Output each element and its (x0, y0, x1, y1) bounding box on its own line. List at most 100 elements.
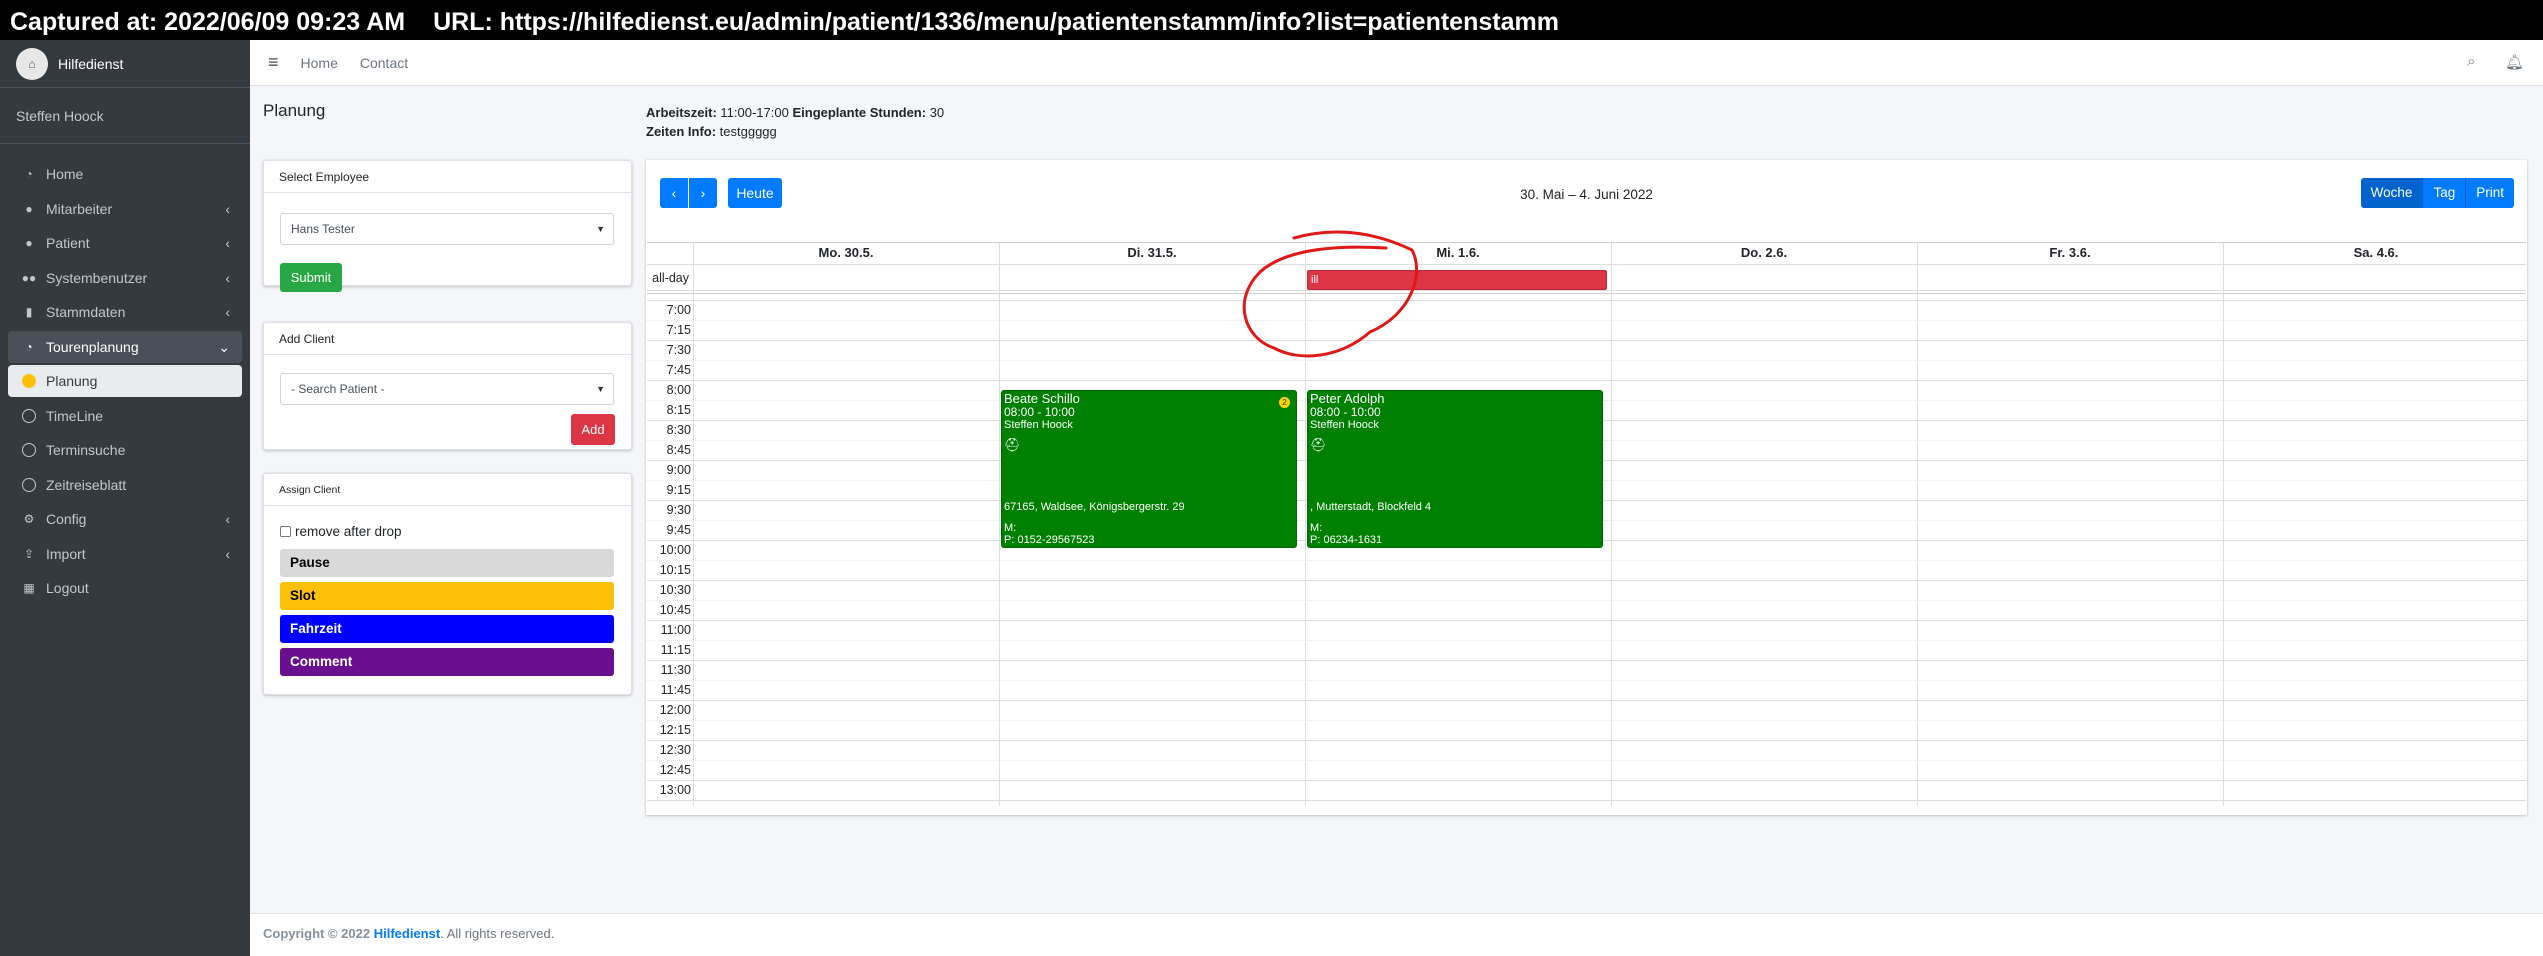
view-week-button[interactable]: Woche (2360, 178, 2423, 208)
event-peter-adolph[interactable]: Peter Adolph 08:00 - 10:00 Steffen Hoock… (1307, 390, 1603, 548)
select-employee-card: Select Employee Hans Tester ▼ Submit (263, 160, 632, 292)
event-name: Beate Schillo (1004, 391, 1080, 406)
bell-icon[interactable]: 🔔︎ (2505, 53, 2525, 71)
stunden-value: 30 (926, 105, 945, 120)
time-slot-line (647, 380, 2526, 381)
hamburger-menu-icon[interactable]: ≡ (268, 52, 279, 73)
allday-event-ill[interactable]: ill (1307, 270, 1607, 290)
chevron-left-icon: ‹ (225, 269, 230, 286)
time-label: 9:00 (666, 463, 691, 477)
time-slot-line (647, 300, 2526, 301)
view-day-button[interactable]: Tag (2422, 178, 2466, 208)
brand-link[interactable]: ⌂ Hilfedienst (0, 40, 250, 88)
time-slot-line (647, 720, 2526, 721)
sidebar-item-label: TimeLine (46, 407, 104, 424)
chip-slot[interactable]: Slot (280, 582, 614, 610)
dashboard-icon: ◔ (25, 167, 33, 181)
sidebar-item-config[interactable]: ⚙ Config ‹ (8, 503, 242, 535)
footer-brand-link[interactable]: Hilfedienst (374, 926, 440, 941)
chevron-down-icon: ⌄ (218, 338, 230, 355)
sidebar-item-zeitreiseblatt[interactable]: Zeitreiseblatt (8, 469, 242, 501)
circle-outline-icon (22, 408, 36, 423)
sidebar-item-import[interactable]: ⇪ Import ‹ (8, 538, 242, 570)
users-icon: ●● (21, 270, 37, 285)
caret-down-icon: ▼ (596, 224, 605, 234)
event-staff: Steffen Hoock (1310, 418, 1379, 431)
sidebar-item-patient[interactable]: ● Patient ‹ (8, 227, 242, 259)
sidebar-item-label: Zeitreiseblatt (46, 476, 127, 493)
time-slot-line (647, 600, 2526, 601)
sidebar-item-stammdaten[interactable]: ▮ Stammdaten ‹ (8, 296, 242, 328)
sidebar-item-label: Systembenutzer (46, 269, 148, 286)
time-label: 7:45 (666, 363, 691, 377)
patient-search-select[interactable]: - Search Patient - ▼ (280, 373, 614, 405)
user-panel[interactable]: Steffen Hoock (0, 88, 250, 144)
time-slot-line (647, 580, 2526, 581)
remove-after-drop-checkbox[interactable] (280, 526, 291, 537)
time-slot-line (647, 740, 2526, 741)
event-time: 08:00 - 10:00 (1004, 405, 1075, 419)
allday-label: all-day (652, 271, 689, 285)
sidebar-item-label: Home (46, 166, 84, 182)
grid-line (1917, 242, 1918, 806)
time-slot-line (647, 340, 2526, 341)
sidebar-item-timeline[interactable]: TimeLine (8, 400, 242, 432)
view-print-button[interactable]: Print (2465, 178, 2514, 208)
event-mobile: M: (1004, 522, 1017, 534)
brand-logo-icon: ⌂ (16, 47, 48, 80)
chip-comment[interactable]: Comment (280, 648, 614, 676)
time-slot-line (647, 560, 2526, 561)
submit-button[interactable]: Submit (280, 263, 342, 292)
day-header-mon: Mo. 30.5. (818, 245, 874, 260)
remove-after-drop: remove after drop (280, 524, 402, 539)
day-header-wed: Mi. 1.6. (1436, 245, 1480, 260)
sidebar-item-logout[interactable]: ▦ Logout (8, 572, 242, 604)
grid-line (1611, 242, 1612, 806)
sidebar-item-label: Mitarbeiter (46, 200, 113, 217)
add-button[interactable]: Add (571, 414, 615, 445)
chevron-left-icon: ‹ (225, 200, 230, 217)
time-slot-line (647, 320, 2526, 321)
sidebar-item-label: Import (46, 545, 86, 562)
medical-bag-icon: ⛑︎ (1004, 437, 1021, 452)
sidebar-item-terminsuche[interactable]: Terminsuche (8, 434, 242, 466)
time-label: 12:45 (659, 763, 691, 777)
sidebar-item-label: Logout (46, 580, 89, 596)
grid-line (999, 242, 1000, 806)
chevron-left-icon: ‹ (225, 304, 230, 320)
time-label: 10:30 (659, 583, 691, 597)
gauge-icon: ◔ (25, 339, 33, 354)
time-slot-line (647, 360, 2526, 361)
chevron-left-icon: ‹ (225, 511, 230, 527)
search-icon[interactable]: ⌕ (2467, 53, 2487, 71)
gear-icon: ⚙ (23, 512, 35, 526)
user-icon: ● (25, 201, 33, 216)
stunden-label: Eingeplante Stunden: (792, 105, 927, 120)
time-slot-line (647, 760, 2526, 761)
time-slot-line (647, 620, 2526, 621)
sidebar-item-mitarbeiter[interactable]: ● Mitarbeiter ‹ (8, 193, 242, 225)
brand-name: Hilfedienst (58, 55, 124, 72)
chip-pause[interactable]: Pause (280, 549, 614, 577)
employee-select[interactable]: Hans Tester ▼ (280, 213, 614, 245)
nav-link-contact[interactable]: Contact (360, 55, 408, 71)
sidebar: ⌂ Hilfedienst Steffen Hoock ◔ Home ● Mitar… (0, 40, 250, 956)
grid-line (2223, 242, 2224, 806)
nav-link-home[interactable]: Home (301, 55, 338, 71)
grid-line (1305, 242, 1306, 806)
chip-fahrzeit[interactable]: Fahrzeit (280, 615, 614, 643)
grid-line (693, 242, 694, 806)
assign-client-card: Assign Client remove after drop Pause Sl… (263, 473, 632, 695)
sidebar-item-planung[interactable]: Planung (8, 365, 242, 397)
time-label: 12:15 (659, 723, 691, 737)
day-header-fri: Fr. 3.6. (2049, 245, 2091, 260)
time-label: 11:30 (660, 663, 691, 677)
event-beate-schillo[interactable]: Beate Schillo 08:00 - 10:00 Steffen Hooc… (1001, 390, 1297, 548)
sidebar-item-systembenutzer[interactable]: ●● Systembenutzer ‹ (8, 262, 242, 294)
event-address: , Mutterstadt, Blockfeld 4 (1310, 501, 1432, 513)
sidebar-item-tourenplanung[interactable]: ◔ Tourenplanung ⌄ (8, 330, 242, 363)
card-header: Select Employee (264, 161, 631, 193)
page-title: Planung (263, 101, 326, 120)
capture-time: Captured at: 2022/06/09 09:23 AM (10, 8, 406, 36)
sidebar-item-home[interactable]: ◔ Home (8, 158, 242, 190)
